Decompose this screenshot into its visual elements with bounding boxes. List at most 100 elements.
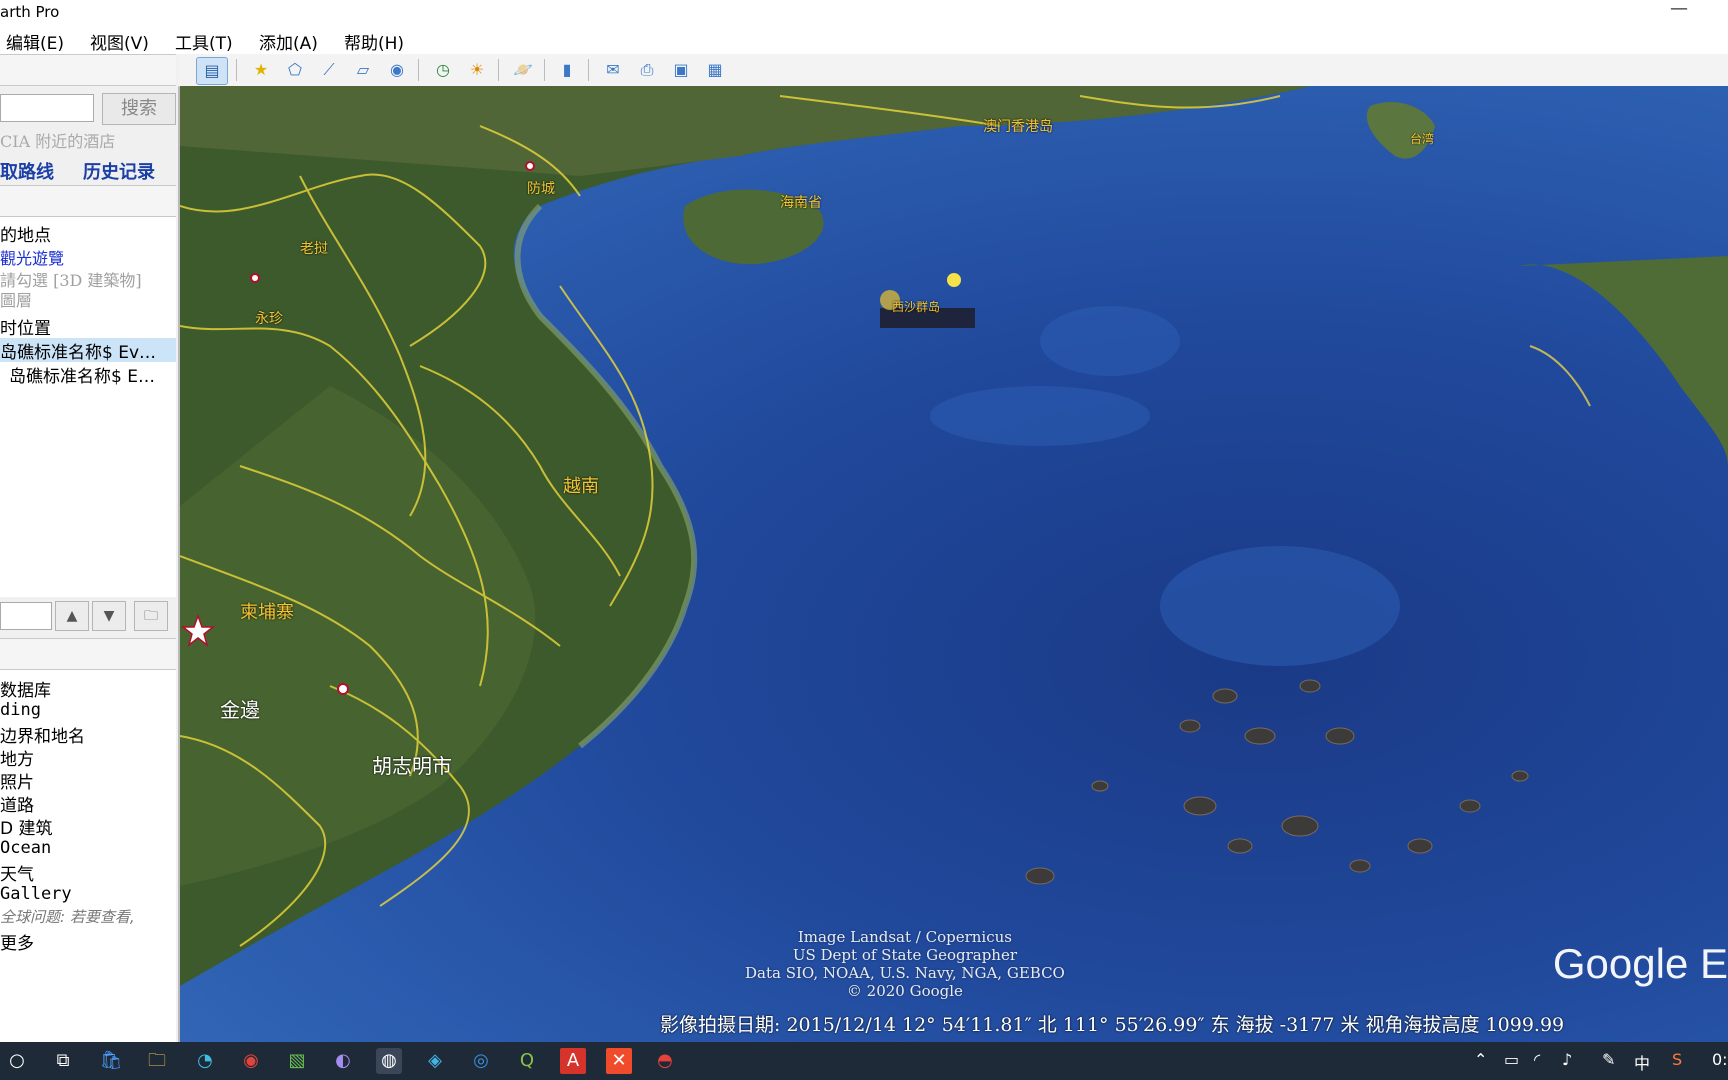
menu-edit[interactable]: 编辑(E) (6, 29, 64, 54)
overlay-icon[interactable]: ▱ (348, 57, 378, 83)
layer-weather[interactable]: 天气 (0, 860, 34, 885)
google-earth-logo: Google E (1552, 940, 1728, 987)
search-button[interactable]: 搜索 (102, 93, 176, 125)
layer-borders[interactable]: 边界和地名 (0, 722, 85, 747)
places-item-selected[interactable]: 岛礁标准名称$ Ev… (0, 338, 176, 363)
layer-more[interactable]: 更多 (0, 929, 34, 954)
tour-icon[interactable]: ◉ (382, 57, 412, 83)
clock[interactable]: 0: (1712, 1050, 1728, 1069)
places-item-layer-hint: 圖層 (0, 291, 33, 310)
map-label-hcmc: 胡志明市 (372, 754, 452, 778)
history-icon[interactable]: ◷ (428, 57, 458, 83)
title-bar: arth Pro — (0, 0, 1728, 26)
layer-gallery[interactable]: Gallery (0, 884, 72, 904)
ime-indicator[interactable]: 中 (1634, 1050, 1650, 1074)
history-link[interactable]: 历史记录 (83, 158, 155, 184)
search-input[interactable] (0, 94, 94, 122)
layer-places[interactable]: 地方 (0, 745, 34, 770)
menu-tools[interactable]: 工具(T) (175, 29, 233, 54)
polygon-icon[interactable]: ⬠ (280, 57, 310, 83)
places-item-child[interactable]: 岛礁标准名称$ E… (9, 362, 155, 387)
xmind-icon[interactable]: ✕ (606, 1048, 632, 1074)
attribution-line: Image Landsat / Copernicus (797, 928, 1012, 946)
get-directions-link[interactable]: 取路线 (0, 158, 54, 184)
layer-global-awareness[interactable]: 全球问题: 若要查看, (0, 906, 135, 927)
placemark-icon[interactable]: ★ (246, 57, 276, 83)
remote-icon[interactable]: ◓ (652, 1048, 678, 1074)
sogou-icon[interactable]: S (1672, 1050, 1682, 1069)
folder-icon: 🗀 (144, 608, 158, 624)
battery-icon[interactable]: ▭ (1504, 1050, 1519, 1069)
move-down-button[interactable]: ▼ (92, 601, 126, 631)
terrain-layer (180, 86, 1728, 986)
adobe-icon[interactable]: A (560, 1048, 586, 1074)
task-view-icon[interactable]: ⧉ (50, 1048, 76, 1074)
toolbar: ▤ ★ ⬠ ⟋ ▱ ◉ ◷ ☀ 🪐 ▮ ✉ ⎙ ▣ ▦ (178, 54, 1728, 87)
volume-icon[interactable]: ♪ (1562, 1050, 1572, 1069)
wifi-icon[interactable]: ◜ (1534, 1050, 1540, 1069)
places-tree: 的地点 觀光遊覽 請勾選 [3D 建築物] 圖層 时位置 岛礁标准名称$ Ev…… (0, 217, 176, 597)
save-image-icon[interactable]: ▣ (666, 57, 696, 83)
sun-icon[interactable]: ☀ (462, 57, 492, 83)
layers-tree: 数据库 ding 边界和地名 地方 照片 道路 D 建筑 Ocean 天气 Ga… (0, 670, 176, 1042)
seafloor-features (930, 306, 1400, 666)
toolbar-separator (418, 59, 419, 81)
search-icon[interactable]: ○ (4, 1048, 30, 1074)
map-label-taiwan: 台湾 (1410, 132, 1435, 146)
layers-panel-header[interactable] (0, 638, 176, 670)
photos-icon[interactable]: ▧ (284, 1048, 310, 1074)
explorer-icon[interactable]: 🗀 (144, 1048, 170, 1074)
folder-button[interactable]: 🗀 (134, 601, 168, 631)
chrome-icon[interactable]: ◉ (238, 1048, 264, 1074)
map-label-macau-hk: 澳门香港岛 (983, 119, 1053, 135)
google-earth-icon[interactable]: ◍ (376, 1048, 402, 1074)
spratly-islands (1025, 679, 1529, 885)
attribution-line: US Dept of State Geographer (792, 946, 1018, 964)
places-panel-header[interactable] (0, 185, 176, 217)
maps-app-icon[interactable]: ◈ (422, 1048, 448, 1074)
earth-view[interactable]: 澳门香港岛 海南省 防城 老挝 永珍 越南 柬埔寨 金邊 胡志明市 台湾 西沙群… (180, 86, 1728, 1042)
tray-chevron-icon[interactable]: ⌃ (1474, 1050, 1487, 1069)
menu-view[interactable]: 视图(V) (90, 29, 149, 54)
menu-bar: 编辑(E) 视图(V) 工具(T) 添加(A) 帮助(H) (0, 26, 1728, 54)
menu-add[interactable]: 添加(A) (259, 29, 318, 54)
toolbar-separator (236, 59, 237, 81)
arrow-up-icon: ▲ (66, 608, 78, 624)
map-label-islands: 西沙群岛 (892, 300, 941, 314)
layer-primary-database[interactable]: 数据库 (0, 676, 51, 701)
map-label-vientiane: 永珍 (255, 311, 283, 327)
attribution-line: Data SIO, NOAA, U.S. Navy, NGA, GEBCO (745, 964, 1065, 982)
print-icon[interactable]: ⎙ (632, 57, 662, 83)
app-icon[interactable]: ◎ (468, 1048, 494, 1074)
maps-icon[interactable]: ▦ (700, 57, 730, 83)
sidebar: 搜索 CIA 附近的酒店 取路线 历史记录 的地点 觀光遊覽 請勾選 [3D 建… (0, 54, 180, 1042)
sidebar-toggle-icon[interactable]: ▤ (196, 57, 228, 85)
layer-ding[interactable]: ding (0, 700, 41, 720)
edge-icon[interactable]: ◔ (192, 1048, 218, 1074)
places-item-sightseeing[interactable]: 觀光遊覽 (0, 245, 64, 269)
map-label-guangxi: 防城 (527, 181, 555, 197)
map-label-cambodia: 柬埔寨 (240, 602, 294, 623)
search-panel-header[interactable] (0, 54, 176, 86)
window-title: arth Pro (0, 3, 60, 21)
layer-roads[interactable]: 道路 (0, 791, 34, 816)
taskbar: ○ ⧉ 🛍 🗀 ◔ ◉ ▧ ◐ ◍ ◈ ◎ Q A ✕ ◓ ⌃ ▭ ◜ ♪ ✎ … (0, 1042, 1728, 1080)
places-filter-input[interactable] (0, 602, 52, 630)
layer-ocean[interactable]: Ocean (0, 838, 51, 858)
layer-photos[interactable]: 照片 (0, 768, 34, 793)
email-icon[interactable]: ✉ (598, 57, 628, 83)
pen-icon[interactable]: ✎ (1602, 1050, 1615, 1069)
layer-3d-buildings[interactable]: D 建筑 (0, 814, 53, 839)
qgis-icon[interactable]: Q (514, 1048, 540, 1074)
store-icon[interactable]: 🛍 (98, 1048, 124, 1074)
places-item-my-places[interactable]: 的地点 (0, 221, 51, 246)
media-icon[interactable]: ◐ (330, 1048, 356, 1074)
places-item-temporary[interactable]: 时位置 (0, 314, 51, 339)
move-up-button[interactable]: ▲ (55, 601, 89, 631)
path-icon[interactable]: ⟋ (314, 57, 344, 83)
planet-icon[interactable]: 🪐 (508, 57, 538, 83)
minimize-button[interactable]: — (1670, 0, 1688, 19)
ruler-icon[interactable]: ▮ (552, 57, 582, 83)
menu-help[interactable]: 帮助(H) (344, 29, 404, 54)
attribution: Image Landsat / Copernicus US Dept of St… (745, 928, 1065, 1000)
